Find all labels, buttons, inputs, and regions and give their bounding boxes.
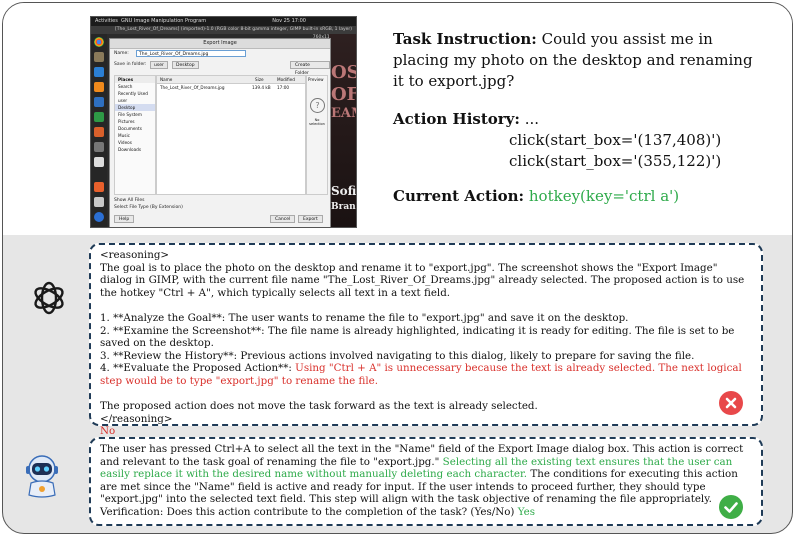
bg-text-3: EAMS (331, 106, 356, 121)
bg-text-2: OF (331, 84, 357, 105)
vlc-icon[interactable] (94, 82, 104, 92)
reasoning-step-2: 2. **Examine the Screenshot**: The file … (100, 324, 735, 350)
preview-header: Preview (308, 77, 324, 82)
history-item-2: click(start_box='(355,122)') (509, 152, 722, 170)
bg-text-1: OST (331, 62, 356, 83)
file-list-header: Name Size Modified (157, 76, 305, 84)
current-action-label: Current Action: (393, 187, 525, 205)
places-header: Places (115, 76, 155, 83)
reasoning-step-4: 4. **Evaluate the Proposed Action**: Usi… (100, 362, 752, 387)
place-documents[interactable]: Documents (115, 125, 155, 132)
save-in-label: Save in folder: (114, 62, 147, 67)
help-icon[interactable] (94, 212, 104, 222)
dialog-title: Export Image (110, 39, 330, 49)
history-label: Action History: (393, 110, 520, 128)
question-icon: ? (310, 98, 325, 113)
figure-panel: Activities GNU Image Manipulation Progra… (2, 2, 793, 534)
openai-logo-icon (34, 281, 64, 315)
places-panel: Places Search Recently Used user Desktop… (114, 75, 156, 195)
cancel-button[interactable]: Cancel (270, 215, 296, 223)
writer-icon[interactable] (94, 97, 104, 107)
activities-label[interactable]: Activities (95, 17, 118, 26)
vscode-icon[interactable] (94, 67, 104, 77)
files-icon[interactable] (94, 197, 104, 207)
col-size[interactable]: Size (255, 76, 264, 83)
file-row[interactable]: The_Lost_River_Of_Dreams.jpg 139.4 kB 17… (157, 84, 305, 91)
col-name[interactable]: Name (160, 77, 172, 82)
reasoning-step-3: 3. **Review the History**: Previous acti… (100, 349, 695, 362)
verification-box: The user has pressed Ctrl+A to select al… (89, 437, 763, 526)
place-videos[interactable]: Videos (115, 139, 155, 146)
current-action: Current Action: hotkey(key='ctrl a') (393, 186, 679, 207)
app-label: GNU Image Manipulation Program (121, 18, 207, 24)
select-file-type-expander[interactable]: Select File Type (By Extension) (114, 205, 183, 210)
bg-text-4: Sofia (331, 184, 357, 198)
history-item-1: click(start_box='(137,408)') (509, 131, 722, 149)
current-action-value: hotkey(key='ctrl a') (528, 187, 680, 205)
software-icon[interactable] (94, 182, 104, 192)
verification-text: The user has pressed Ctrl+A to select al… (100, 443, 752, 506)
place-user[interactable]: user (115, 97, 155, 104)
show-all-files-checkbox[interactable]: Show All Files (114, 198, 144, 203)
action-history: Action History: ... click(start_box='(13… (393, 109, 721, 172)
file-list: Name Size Modified The_Lost_River_Of_Dre… (156, 75, 306, 195)
reasoning-conclusion: The proposed action does not move the ta… (100, 400, 538, 413)
file-name: The_Lost_River_Of_Dreams.jpg (160, 85, 225, 90)
task-instruction-label: Task Instruction: (393, 30, 537, 48)
export-button[interactable]: Export (298, 215, 323, 223)
text-editor-icon[interactable] (94, 157, 104, 167)
trash-icon[interactable] (94, 227, 104, 228)
image-canvas-background: OST OF EAMS Sofia Brand (329, 34, 356, 227)
clock-label: Nov 25 17:00 (272, 18, 306, 24)
place-recent[interactable]: Recently Used (115, 90, 155, 97)
chrome-icon[interactable] (94, 37, 104, 47)
reasoning-open-tag: <reasoning> (100, 249, 170, 261)
help-button[interactable]: Help (114, 215, 135, 223)
reasoning-close-tag: </reasoning> (100, 412, 173, 425)
no-selection-label: No selection (309, 118, 325, 126)
reasoning-intro: The goal is to place the photo on the de… (100, 261, 745, 299)
task-instruction: Task Instruction: Could you assist me in… (393, 29, 763, 92)
cross-icon (719, 391, 743, 415)
name-label: Name: (114, 51, 129, 56)
verification-question: Verification: Does this action contribut… (100, 505, 515, 518)
calc-icon[interactable] (94, 112, 104, 122)
place-search[interactable]: Search (115, 83, 155, 90)
check-icon (719, 495, 743, 519)
gimp-icon[interactable] (94, 52, 104, 62)
bg-text-5: Brand (331, 202, 356, 212)
col-modified[interactable]: Modified (277, 76, 295, 83)
create-folder-button[interactable]: Create Folder (290, 61, 330, 76)
file-size: 139.4 kB (252, 85, 271, 90)
name-field[interactable]: The_Lost_River_Of_Dreams.jpg (136, 50, 246, 57)
place-pictures[interactable]: Pictures (115, 118, 155, 125)
place-desktop[interactable]: Desktop (115, 104, 155, 111)
history-ellipsis: ... (524, 110, 540, 128)
reasoning-step-1: 1. **Analyze the Goal**: The user wants … (100, 311, 629, 324)
preview-panel: Preview ? No selection (306, 75, 328, 195)
reasoning-step-4-prefix: 4. **Evaluate the Proposed Action**: (100, 362, 296, 375)
file-modified: 17:00 (277, 85, 290, 90)
verification-answer: Yes (517, 505, 535, 518)
place-music[interactable]: Music (115, 132, 155, 139)
app-dock (91, 34, 107, 227)
path-button-desktop[interactable]: Desktop (172, 61, 199, 69)
export-image-dialog: Export Image Name: The_Lost_River_Of_Dre… (109, 38, 331, 227)
place-downloads[interactable]: Downloads (115, 146, 155, 153)
path-button-user[interactable]: user (150, 61, 168, 69)
verification-question-line: Verification: Does this action contribut… (100, 506, 752, 519)
disk-icon[interactable] (94, 142, 104, 152)
system-topbar: Activities GNU Image Manipulation Progra… (91, 17, 356, 26)
place-filesystem[interactable]: File System (115, 111, 155, 118)
impress-icon[interactable] (94, 127, 104, 137)
robot-avatar-icon (26, 455, 58, 498)
gimp-window-title: [The_Lost_River_Of_Dreams] (imported)-1.… (91, 26, 356, 40)
screenshot-thumbnail: Activities GNU Image Manipulation Progra… (90, 16, 357, 228)
reasoning-box: <reasoning> The goal is to place the pho… (89, 243, 763, 437)
